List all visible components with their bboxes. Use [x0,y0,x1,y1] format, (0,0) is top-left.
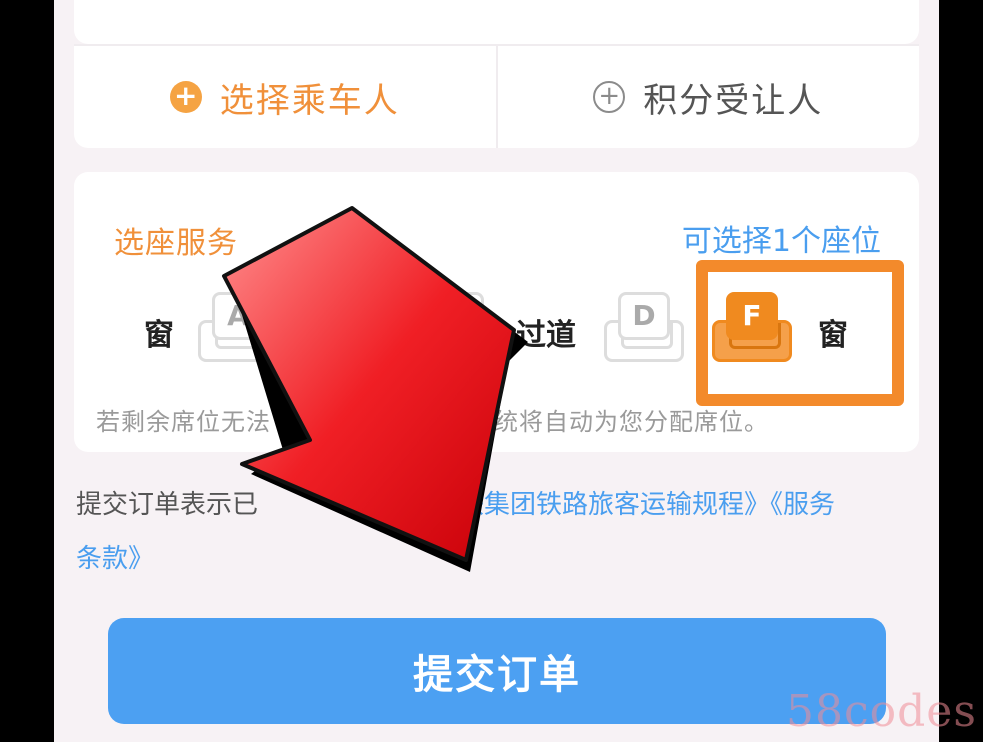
seat-d-label: D [618,292,670,340]
points-recipient-label: 积分受让人 [643,80,824,121]
add-circle-icon: + [169,81,202,113]
agreement-prefix: 提交订单表示已 [76,490,259,520]
window-left-label: 窗 [144,318,174,353]
points-recipient-button[interactable]: + 积分受让人 [495,46,920,148]
seat-allocation-note: 若剩余席位无法 系统将自动为您分配席位。 [96,402,769,437]
info-card-edge [74,0,919,44]
seat-note-start: 若剩余席位无法 [96,408,271,436]
seat-count-hint: 可选择1个座位 [681,224,881,259]
passenger-card: + 选择乘车人 + 积分受让人 [74,44,919,148]
select-passenger-button[interactable]: + 选择乘车人 [74,46,496,148]
seat-service-title: 选座服务 [114,226,238,261]
seat-a[interactable]: A [198,292,278,364]
select-passenger-label: 选择乘车人 [219,80,400,121]
seat-c-label: C [432,292,484,340]
seat-selection-card: 选座服务 可选择1个座位 窗 A C 过道 D F 窗 若剩余席位无法 系统将自… [74,172,919,452]
seat-f-label: F [726,292,778,340]
seat-d[interactable]: D [604,292,684,364]
seat-c[interactable]: C [418,292,498,364]
aisle-label: 过道 [516,318,576,353]
seat-a-label: A [212,292,264,340]
agreement-text: 提交订单表示已 铁集团铁路旅客运输规程》《服务 条款》 [76,478,906,586]
booking-screen: + 选择乘车人 + 积分受让人 选座服务 可选择1个座位 窗 A C 过道 D [54,0,939,742]
watermark: 58codes [786,686,977,737]
seat-note-end: 系统将自动为您分配席位。 [469,408,769,436]
rules-link[interactable]: 铁集团铁路旅客运输规程》《服务 [458,490,835,520]
submit-order-label: 提交订单 [413,652,581,698]
terms-link[interactable]: 条款》 [76,544,154,574]
submit-order-button[interactable]: 提交订单 [108,618,886,724]
add-outline-icon: + [593,81,626,113]
